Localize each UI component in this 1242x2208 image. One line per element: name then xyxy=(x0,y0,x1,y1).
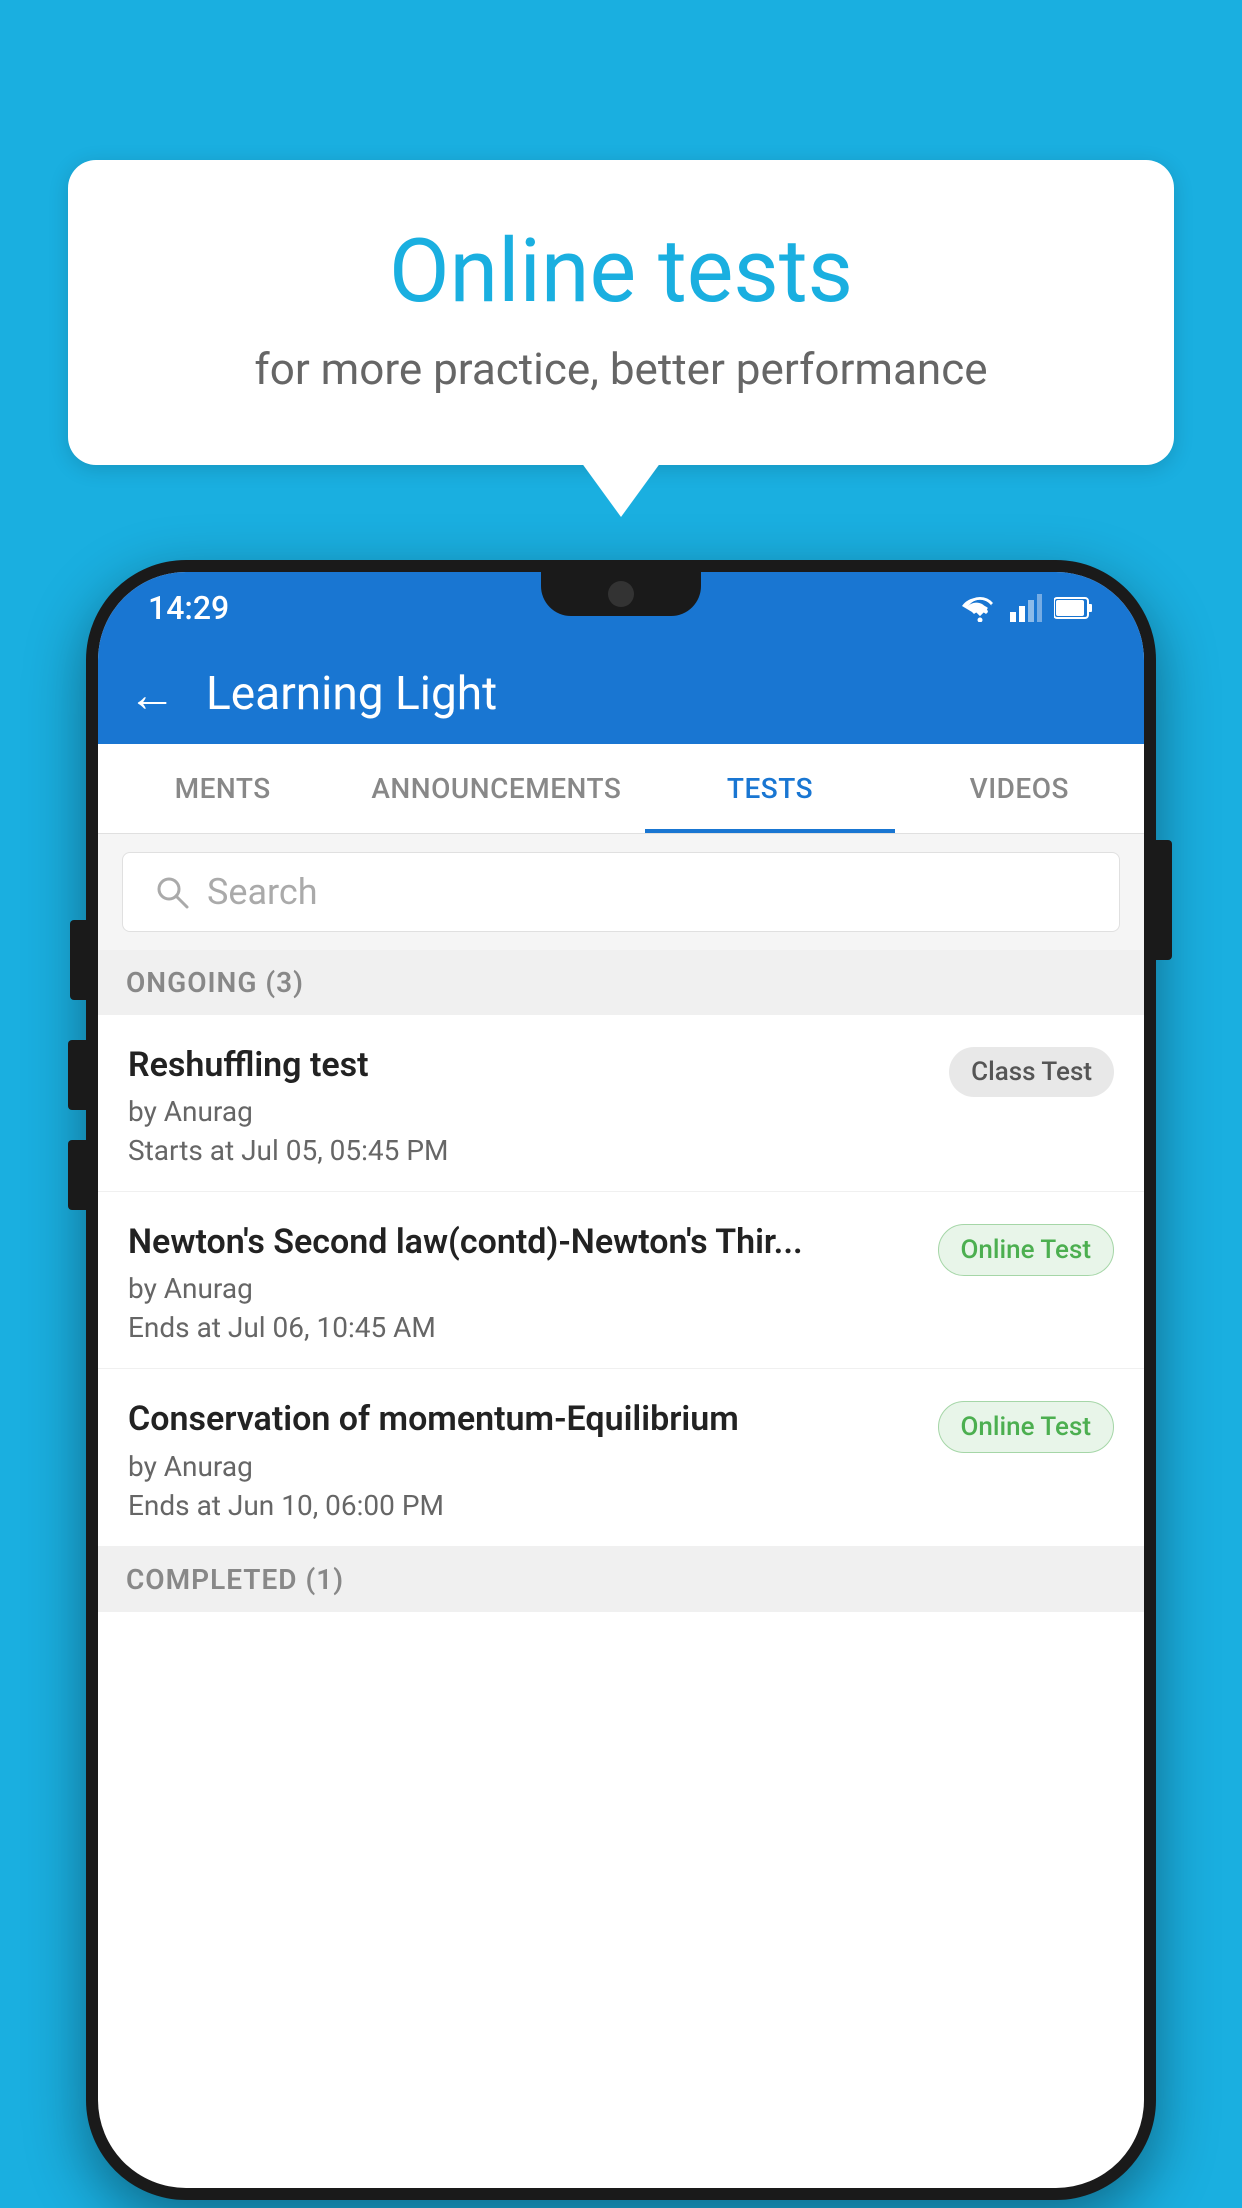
test-name-1: Reshuffling test xyxy=(128,1043,929,1087)
status-time: 14:29 xyxy=(148,589,229,627)
bubble-title: Online tests xyxy=(148,220,1094,323)
test-name-3: Conservation of momentum-Equilibrium xyxy=(128,1397,918,1441)
search-box[interactable]: Search xyxy=(122,852,1120,932)
phone-frame: 14:29 xyxy=(86,560,1156,2200)
test-badge-2: Online Test xyxy=(938,1224,1115,1276)
completed-section-header: COMPLETED (1) xyxy=(98,1547,1144,1612)
test-time-1: Starts at Jul 05, 05:45 PM xyxy=(128,1134,929,1167)
test-badge-3: Online Test xyxy=(938,1401,1115,1453)
search-placeholder: Search xyxy=(207,871,318,913)
completed-section-title: COMPLETED (1) xyxy=(126,1563,344,1596)
test-time-2: Ends at Jul 06, 10:45 AM xyxy=(128,1311,918,1344)
test-info-1: Reshuffling test by Anurag Starts at Jul… xyxy=(128,1043,949,1167)
app-bar: ← Learning Light xyxy=(98,644,1144,744)
ongoing-section-header: ONGOING (3) xyxy=(98,950,1144,1015)
back-button[interactable]: ← xyxy=(128,666,176,723)
tab-announcements[interactable]: ANNOUNCEMENTS xyxy=(347,744,645,833)
test-info-2: Newton's Second law(contd)-Newton's Thir… xyxy=(128,1220,938,1344)
phone-screen: 14:29 xyxy=(98,572,1144,2188)
tests-list: Reshuffling test by Anurag Starts at Jul… xyxy=(98,1015,1144,1547)
test-badge-1: Class Test xyxy=(949,1047,1114,1097)
test-info-3: Conservation of momentum-Equilibrium by … xyxy=(128,1397,938,1521)
search-container: Search xyxy=(98,834,1144,950)
search-icon xyxy=(153,873,191,911)
bubble-subtitle: for more practice, better performance xyxy=(148,343,1094,395)
tab-tests[interactable]: TESTS xyxy=(645,744,894,833)
speech-bubble-container: Online tests for more practice, better p… xyxy=(68,160,1174,465)
status-icons xyxy=(962,594,1094,622)
test-time-3: Ends at Jun 10, 06:00 PM xyxy=(128,1489,918,1522)
ongoing-section-title: ONGOING (3) xyxy=(126,966,304,999)
test-item-1[interactable]: Reshuffling test by Anurag Starts at Jul… xyxy=(98,1015,1144,1192)
speech-bubble: Online tests for more practice, better p… xyxy=(68,160,1174,465)
test-by-3: by Anurag xyxy=(128,1450,918,1483)
phone-outer: 14:29 xyxy=(86,560,1156,2200)
test-item-2[interactable]: Newton's Second law(contd)-Newton's Thir… xyxy=(98,1192,1144,1369)
tab-videos[interactable]: VIDEOS xyxy=(895,744,1144,833)
test-name-2: Newton's Second law(contd)-Newton's Thir… xyxy=(128,1220,918,1264)
phone-notch xyxy=(541,572,701,616)
volume-down-button xyxy=(68,1140,86,1210)
test-by-2: by Anurag xyxy=(128,1272,918,1305)
wifi-icon xyxy=(962,594,998,622)
volume-up-button xyxy=(68,1040,86,1110)
test-item-3[interactable]: Conservation of momentum-Equilibrium by … xyxy=(98,1369,1144,1546)
app-title: Learning Light xyxy=(206,667,497,721)
signal-icon xyxy=(1010,594,1042,622)
tabs-bar: MENTS ANNOUNCEMENTS TESTS VIDEOS xyxy=(98,744,1144,834)
test-by-1: by Anurag xyxy=(128,1095,929,1128)
battery-icon xyxy=(1054,596,1094,620)
tab-ments[interactable]: MENTS xyxy=(98,744,347,833)
